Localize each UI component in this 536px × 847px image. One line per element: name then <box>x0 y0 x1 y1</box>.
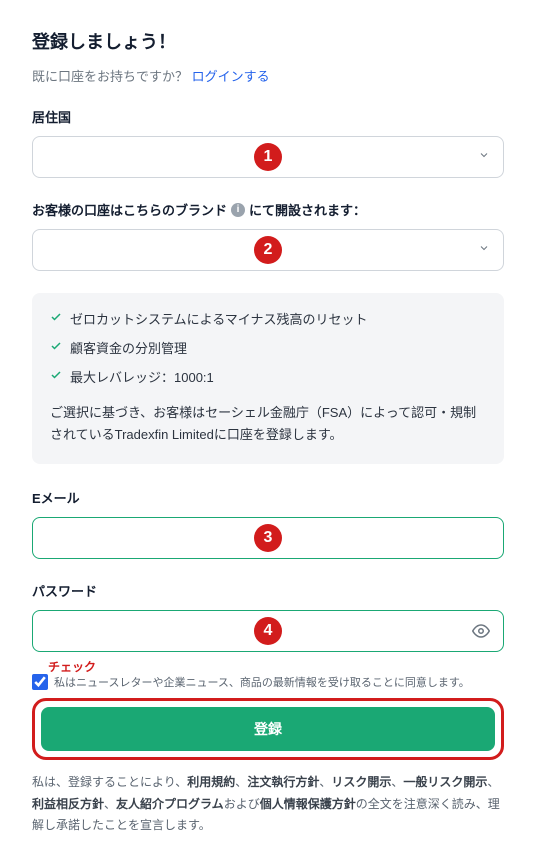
consent-text: 私はニュースレターや企業ニュース、商品の最新情報を受け取ることに同意します。 <box>54 674 470 690</box>
feature-item: ゼロカットシステムによるマイナス残高のリセット <box>50 309 486 328</box>
brand-label: お客様の口座はこちらのブランド i にて開設されます： <box>32 200 504 219</box>
badge-4: 4 <box>254 617 282 645</box>
country-select-wrap: 1 <box>32 136 504 178</box>
feature-text: 最大レバレッジ：1000:1 <box>70 367 214 386</box>
checkmark-icon <box>50 311 62 326</box>
password-input-wrap: 4 <box>32 610 504 652</box>
feature-item: 顧客資金の分別管理 <box>50 338 486 357</box>
badge-3: 3 <box>254 524 282 552</box>
checkmark-icon <box>50 340 62 355</box>
features-description: ご選択に基づき、お客様はセーシェル金融庁（FSA）によって認可・規制されているT… <box>50 402 486 446</box>
badge-2: 2 <box>254 236 282 264</box>
page-title: 登録しましょう！ <box>32 28 504 54</box>
info-icon[interactable]: i <box>231 203 245 217</box>
login-link[interactable]: ログインする <box>192 69 270 84</box>
feature-item: 最大レバレッジ：1000:1 <box>50 367 486 386</box>
login-prompt: 既に口座をお持ちですか？ ログインする <box>32 66 504 85</box>
consent-row: チェック 私はニュースレターや企業ニュース、商品の最新情報を受け取ることに同意し… <box>32 674 504 690</box>
consent-checkbox[interactable] <box>32 674 48 690</box>
country-label: 居住国 <box>32 107 504 126</box>
feature-text: ゼロカットシステムによるマイナス残高のリセット <box>70 309 367 328</box>
eye-icon[interactable] <box>472 622 490 640</box>
check-annotation: チェック <box>48 658 96 675</box>
brand-label-suffix: にて開設されます： <box>249 200 366 219</box>
features-box: ゼロカットシステムによるマイナス残高のリセット 顧客資金の分別管理 最大レバレッ… <box>32 293 504 464</box>
submit-highlight: 登録 <box>32 698 504 760</box>
checkmark-icon <box>50 369 62 384</box>
password-label: パスワード <box>32 581 504 600</box>
login-prompt-text: 既に口座をお持ちですか？ <box>32 69 188 84</box>
brand-label-prefix: お客様の口座はこちらのブランド <box>32 200 227 219</box>
email-label: Eメール <box>32 488 504 507</box>
register-button[interactable]: 登録 <box>41 707 495 751</box>
terms-text: 私は、登録することにより、利用規約、注文執行方針、リスク開示、一般リスク開示、利… <box>32 772 504 837</box>
feature-text: 顧客資金の分別管理 <box>70 338 187 357</box>
email-input-wrap: 3 <box>32 517 504 559</box>
badge-1: 1 <box>254 143 282 171</box>
brand-select-wrap: 2 <box>32 229 504 271</box>
